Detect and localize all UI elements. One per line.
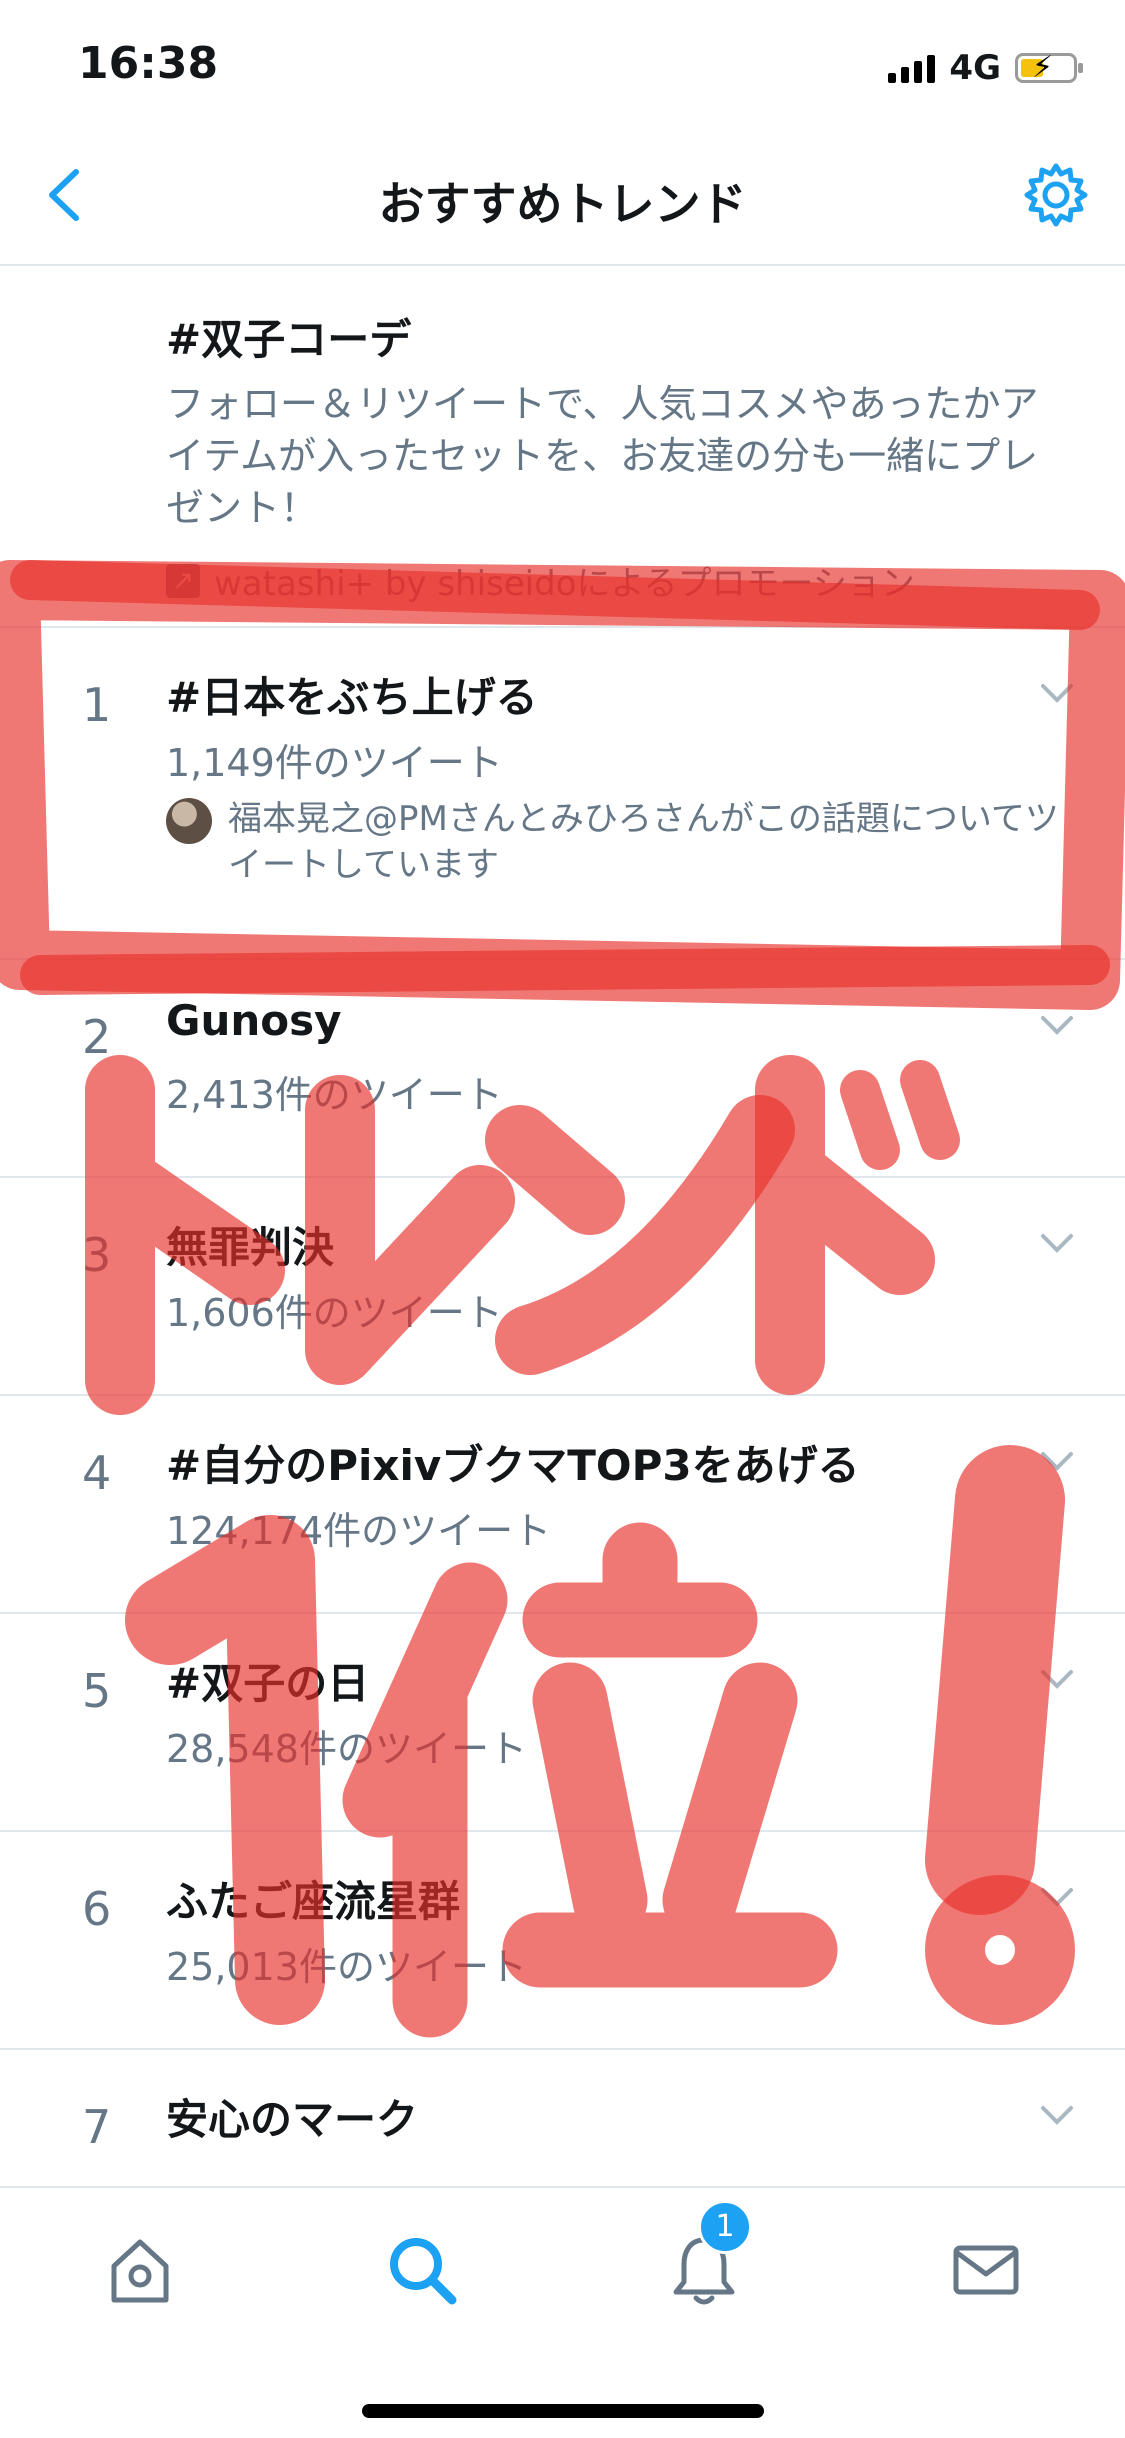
nav-header: おすすめトレンド — [0, 130, 1125, 266]
battery-icon: ⚡ — [1015, 50, 1083, 85]
trend-name: #自分のPixivブクマTOP3をあげる — [166, 1441, 860, 1490]
settings-button[interactable] — [1021, 160, 1091, 230]
chevron-down-icon[interactable] — [1035, 670, 1079, 714]
tab-messages[interactable] — [946, 2230, 1026, 2310]
trend-rank: 1 — [82, 678, 112, 732]
trend-name: Gunosy — [166, 996, 342, 1045]
trend-tweet-count: 28,548件のツイート — [166, 1727, 527, 1771]
tab-bar: 1 — [0, 2186, 1125, 2438]
trend-row[interactable]: 1 #日本をぶち上げる 1,149件のツイート 福本晃之@PMさんとみひろさんが… — [0, 628, 1125, 960]
promoted-trend-description: フォロー＆リツイートで、人気コスメやあったかアイテムが入ったセットを、お友達の分… — [166, 382, 1039, 530]
promoted-by-label: watashi+ by shiseidoによるプロモーション — [214, 564, 915, 604]
status-bar: 16:38 4G ⚡ — [0, 0, 1125, 130]
trend-tweet-count: 25,013件のツイート — [166, 1945, 527, 1989]
status-indicators: 4G ⚡ — [888, 48, 1083, 88]
trend-row[interactable]: 6 ふたご座流星群 25,013件のツイート — [0, 1832, 1125, 2050]
trend-rank: 3 — [82, 1228, 112, 1282]
page-title: おすすめトレンド — [378, 177, 747, 231]
trend-row[interactable]: 3 無罪判決 1,606件のツイート — [0, 1178, 1125, 1396]
trend-row[interactable]: 4 #自分のPixivブクマTOP3をあげる 124,174件のツイート — [0, 1396, 1125, 1614]
network-label: 4G — [949, 48, 1001, 88]
trend-rank: 2 — [82, 1010, 112, 1064]
trend-rank: 6 — [82, 1882, 112, 1936]
chevron-down-icon[interactable] — [1035, 1874, 1079, 1918]
chevron-down-icon[interactable] — [1035, 1002, 1079, 1046]
notification-badge: 1 — [698, 2200, 752, 2254]
trend-row[interactable]: 2 Gunosy 2,413件のツイート — [0, 960, 1125, 1178]
trend-tweet-count: 1,606件のツイート — [166, 1291, 503, 1335]
status-time: 16:38 — [78, 38, 219, 89]
trend-tweet-count: 124,174件のツイート — [166, 1509, 552, 1553]
trend-rank: 5 — [82, 1664, 112, 1718]
promoted-by: ↗ watashi+ by shiseidoによるプロモーション — [166, 556, 915, 605]
gear-icon — [1024, 163, 1088, 227]
trend-name: #双子の日 — [166, 1659, 370, 1708]
trend-tweet-count: 1,149件のツイート — [166, 741, 503, 785]
trend-list: #双子コーデ フォロー＆リツイートで、人気コスメやあったかアイテムが入ったセット… — [0, 266, 1125, 2266]
tab-search[interactable] — [382, 2230, 462, 2310]
trend-row[interactable]: 5 #双子の日 28,548件のツイート — [0, 1614, 1125, 1832]
trend-tweet-count: 2,413件のツイート — [166, 1073, 503, 1117]
trend-context: 福本晃之@PMさんとみひろさんがこの話題についてツイートしています — [166, 796, 1066, 888]
promoted-trend[interactable]: #双子コーデ フォロー＆リツイートで、人気コスメやあったかアイテムが入ったセット… — [0, 266, 1125, 628]
promoted-trend-title: #双子コーデ — [166, 315, 412, 364]
chevron-down-icon[interactable] — [1035, 1656, 1079, 1700]
tab-notifications[interactable]: 1 — [664, 2200, 752, 2310]
trend-context-text: 福本晃之@PMさんとみひろさんがこの話題についてツイートしています — [228, 799, 1059, 885]
trend-name: ふたご座流星群 — [166, 1877, 461, 1926]
search-icon — [390, 2238, 457, 2305]
chevron-down-icon[interactable] — [1035, 1220, 1079, 1264]
mail-icon — [953, 2245, 1019, 2295]
trend-rank: 7 — [82, 2100, 112, 2154]
home-indicator — [362, 2404, 764, 2418]
avatar — [166, 798, 212, 844]
trend-name: 安心のマーク — [166, 2095, 419, 2144]
tab-home[interactable] — [100, 2230, 180, 2310]
home-icon — [111, 2239, 169, 2303]
trend-rank: 4 — [82, 1446, 112, 1500]
trend-name: 無罪判決 — [166, 1223, 335, 1272]
promoted-arrow-icon: ↗ — [166, 563, 200, 598]
chevron-down-icon[interactable] — [1035, 1438, 1079, 1482]
chevron-down-icon[interactable] — [1035, 2092, 1079, 2136]
trend-name: #日本をぶち上げる — [166, 673, 538, 722]
signal-icon — [888, 53, 936, 83]
